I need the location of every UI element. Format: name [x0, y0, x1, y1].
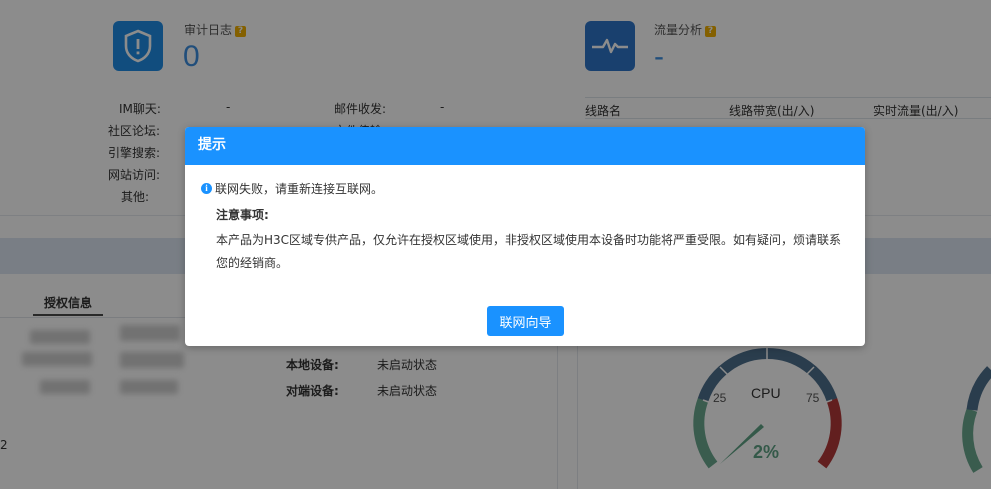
info-icon: i	[201, 183, 212, 194]
notice-title: 注意事项:	[216, 208, 269, 222]
dialog-title: 提示	[185, 127, 865, 165]
network-wizard-button[interactable]: 联网向导	[487, 306, 564, 336]
error-message: i 联网失败，请重新连接互联网。	[201, 180, 383, 197]
notice-text: 本产品为H3C区域专供产品，仅允许在授权区域使用，非授权区域使用本设备时功能将严…	[216, 233, 842, 270]
notice-dialog: 提示 i 联网失败，请重新连接互联网。 注意事项: 本产品为H3C区域专供产品，…	[185, 127, 865, 346]
error-message-text: 联网失败，请重新连接互联网。	[215, 182, 384, 196]
